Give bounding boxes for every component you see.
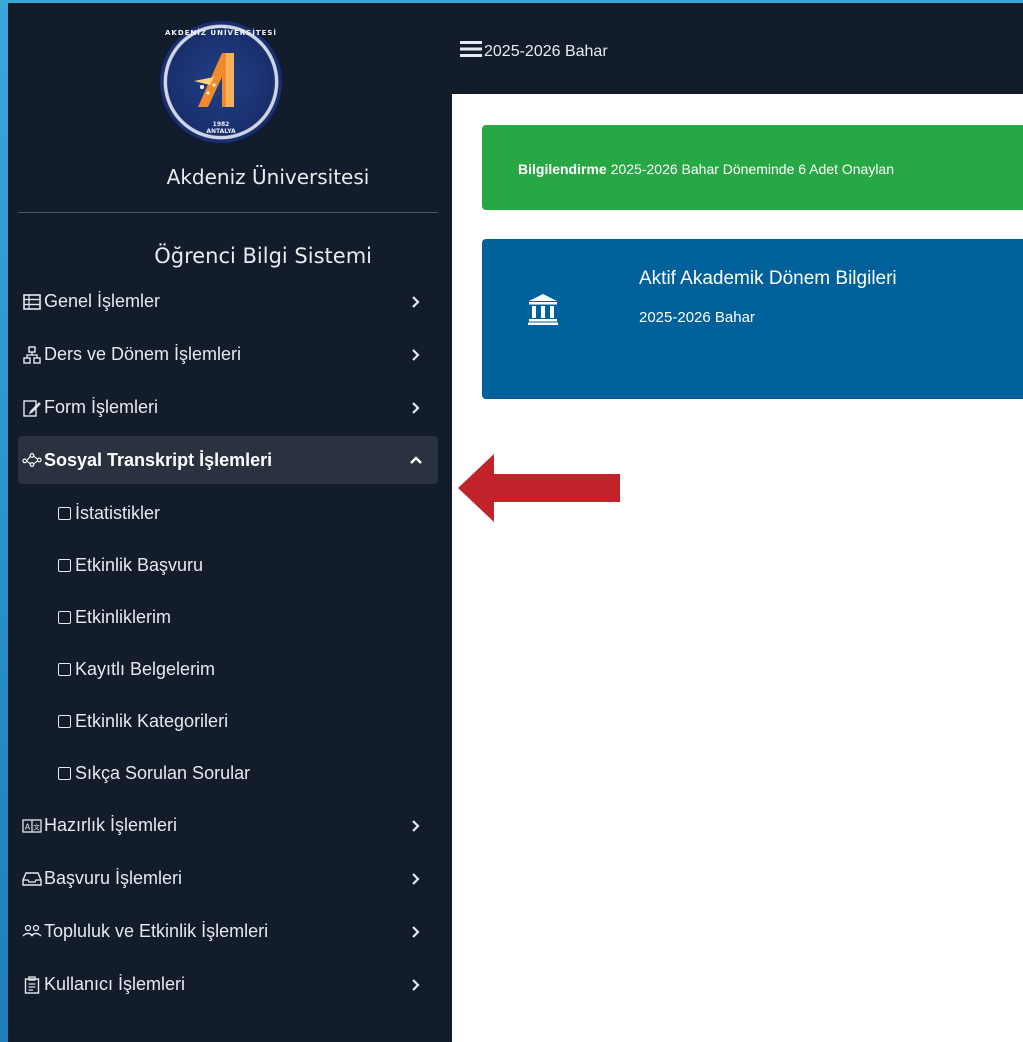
submenu-item-etkinlik-basvuru[interactable]: Etkinlik Başvuru: [18, 539, 438, 591]
submenu-item-label: İstatistikler: [75, 502, 161, 523]
square-icon: [58, 610, 71, 624]
card-subtitle: 2025-2026 Bahar: [639, 309, 755, 326]
sidebar-menu: Genel İşlemler Ders ve Dönem İşlemleri F…: [18, 275, 438, 1011]
university-name: Akdeniz Üniversitesi: [166, 165, 370, 189]
chevron-right-icon: [412, 819, 420, 832]
bank-icon: [528, 294, 558, 325]
sidebar-item-label: Hazırlık İşlemleri: [44, 815, 178, 835]
translate-icon: A文: [22, 816, 42, 836]
submenu-item-istatistikler[interactable]: İstatistikler: [18, 487, 438, 539]
sidebar-item-ders-donem[interactable]: Ders ve Dönem İşlemleri: [18, 328, 438, 381]
svg-text:文: 文: [33, 822, 40, 831]
alert-title: Bilgilendirme: [518, 161, 607, 177]
sidebar-item-label: Sosyal Transkript İşlemleri: [44, 449, 273, 470]
sidebar-item-label: Ders ve Dönem İşlemleri: [44, 344, 242, 364]
system-title: Öğrenci Bilgi Sistemi: [154, 244, 372, 268]
chevron-right-icon: [412, 978, 420, 991]
sidebar-item-basvuru[interactable]: Başvuru İşlemleri: [18, 852, 438, 905]
university-logo: AKDENİZ ÜNİVERSİTESİ 1982 ANTALYA: [160, 21, 282, 143]
sidebar-item-label: Başvuru İşlemleri: [44, 868, 183, 888]
sidebar-item-topluluk-etkinlik[interactable]: Topluluk ve Etkinlik İşlemleri: [18, 905, 438, 958]
top-bar: 2025-2026 Bahar: [452, 3, 1023, 94]
alert-text: 2025-2026 Bahar Döneminde 6 Adet Onaylan: [610, 161, 895, 177]
submenu-item-label: Sıkça Sorulan Sorular: [75, 762, 251, 783]
sidebar-item-label: Topluluk ve Etkinlik İşlemleri: [44, 921, 269, 941]
red-arrow-annotation-icon: [458, 454, 620, 522]
submenu-item-etkinliklerim[interactable]: Etkinliklerim: [18, 591, 438, 643]
logo-year: 1982 ANTALYA: [206, 121, 236, 135]
sidebar: AKDENİZ ÜNİVERSİTESİ 1982 ANTALYA Akdeniz…: [8, 3, 452, 1042]
sidebar-item-label: Genel İşlemler: [44, 291, 161, 311]
people-icon: [22, 922, 42, 942]
clipboard-icon: [22, 975, 42, 995]
submenu-item-label: Etkinlik Başvuru: [75, 554, 204, 575]
submenu-item-label: Etkinlik Kategorileri: [75, 710, 229, 731]
chevron-up-icon: [410, 456, 422, 464]
hamburger-menu-icon[interactable]: [460, 40, 482, 58]
edit-form-icon: [22, 398, 42, 418]
submenu-item-sss[interactable]: Sıkça Sorulan Sorular: [18, 747, 438, 799]
active-period-card: Aktif Akademik Dönem Bilgileri 2025-2026…: [482, 239, 1023, 399]
logo-ring-text: AKDENİZ ÜNİVERSİTESİ: [165, 29, 277, 37]
sidebar-item-label: Kullanıcı İşlemleri: [44, 974, 186, 994]
main-content: Bilgilendirme 2025-2026 Bahar Döneminde 6…: [452, 94, 1023, 1042]
sidebar-item-hazirlik[interactable]: A文 Hazırlık İşlemleri: [18, 799, 438, 852]
chevron-right-icon: [412, 401, 420, 414]
sidebar-divider: [18, 212, 438, 213]
window-frame-left: [0, 0, 8, 1042]
square-icon: [58, 714, 71, 728]
sidebar-item-kullanici[interactable]: Kullanıcı İşlemleri: [18, 958, 438, 1011]
logo-a-mark-icon: [194, 53, 234, 107]
square-icon: [58, 662, 71, 676]
submenu-item-label: Kayıtlı Belgelerim: [75, 658, 216, 679]
chevron-right-icon: [412, 295, 420, 308]
network-icon: [22, 450, 42, 470]
submenu-item-label: Etkinliklerim: [75, 606, 172, 627]
active-period-title: 2025-2026 Bahar: [484, 43, 608, 60]
submenu-item-kayitli-belgelerim[interactable]: Kayıtlı Belgelerim: [18, 643, 438, 695]
submenu-item-etkinlik-kategorileri[interactable]: Etkinlik Kategorileri: [18, 695, 438, 747]
square-icon: [58, 506, 71, 520]
sidebar-item-form-islemleri[interactable]: Form İşlemleri: [18, 381, 438, 434]
inbox-icon: [22, 869, 42, 889]
chevron-right-icon: [412, 348, 420, 361]
square-icon: [58, 766, 71, 780]
org-chart-icon: [22, 345, 42, 365]
sidebar-item-label: Form İşlemleri: [44, 397, 159, 417]
chevron-right-icon: [412, 872, 420, 885]
square-icon: [58, 558, 71, 572]
grid-table-icon: [22, 292, 42, 312]
svg-text:A: A: [25, 822, 31, 831]
card-title: Aktif Akademik Dönem Bilgileri: [639, 268, 897, 289]
sidebar-item-sosyal-transkript[interactable]: Sosyal Transkript İşlemleri: [18, 436, 438, 484]
sidebar-item-genel-islemler[interactable]: Genel İşlemler: [18, 275, 438, 328]
info-alert: Bilgilendirme 2025-2026 Bahar Döneminde 6…: [482, 125, 1023, 210]
chevron-right-icon: [412, 925, 420, 938]
